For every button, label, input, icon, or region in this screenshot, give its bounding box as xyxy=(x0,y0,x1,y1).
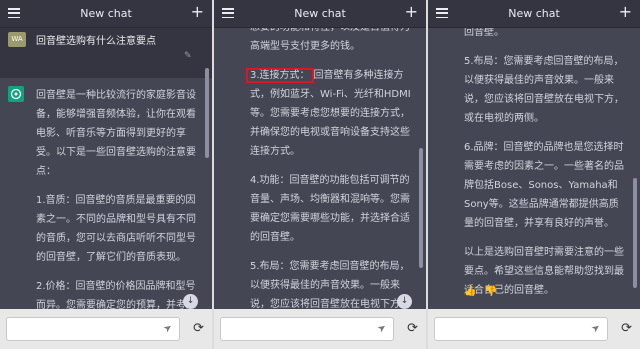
answer-paragraph: 回音壁。 xyxy=(464,28,504,38)
plus-icon[interactable]: + xyxy=(619,3,632,21)
scrollbar[interactable] xyxy=(205,68,209,158)
answer-paragraph: 5.布局：您需要考虑回音壁的布局，以便获得最佳的声音效果。一般来说，您应该将回音… xyxy=(250,261,410,309)
chat-panel-1: New chat + WA 回音壁选购有什么注意要点 ✎ 回音壁是一种比较流行的… xyxy=(0,0,212,349)
answer-paragraph: 5.布局：您需要考虑回音壁的布局，以便获得最佳的声音效果。一般来说，您应该将回音… xyxy=(464,56,624,124)
refresh-icon[interactable]: ⟳ xyxy=(407,321,418,336)
answer-paragraph: 回音壁是一种比较流行的家庭影音设备，能够增强音频体验，让你在观看电影、听音乐等方… xyxy=(36,90,196,177)
thumb-up-icon[interactable]: 👍 xyxy=(464,286,484,297)
answer-paragraph: 3.连接方式： 回音壁有多种连接方式，例如蓝牙、Wi-Fi、光纤和HDMI等。您需… xyxy=(246,66,414,161)
chat-panel-3: New chat + 回音壁。 5.布局：您需要考虑回音壁的布局，以便获得最佳的… xyxy=(428,0,640,349)
message-input[interactable]: ➤ xyxy=(220,317,394,341)
top-bar: New chat + xyxy=(214,0,426,28)
chat-content: 想要的功能和特性，以及是否值得为高端型号支付更多的钱。 3.连接方式：回音壁有多… xyxy=(214,28,426,309)
plus-icon[interactable]: + xyxy=(405,3,418,21)
input-bar: ➤ ⟳ xyxy=(0,309,212,349)
screenshot-collage: New chat + WA 回音壁选购有什么注意要点 ✎ 回音壁是一种比较流行的… xyxy=(0,0,640,349)
message-input[interactable]: ➤ xyxy=(434,317,608,341)
top-bar: New chat + xyxy=(0,0,212,28)
answer-paragraph: 2.价格：回音壁的价格因品牌和型号而异。您需要确定您的预算，并考虑您想要的功能和… xyxy=(36,281,196,309)
send-icon[interactable]: ➤ xyxy=(589,322,602,336)
arrow-down-icon[interactable]: ↓ xyxy=(397,294,412,309)
scrollbar[interactable] xyxy=(633,178,637,288)
answer-paragraph: 4.功能：回音壁的功能包括可调节的音量、声场、均衡器和混响等。您需要确定您需要哪… xyxy=(250,175,410,243)
chat-title: New chat xyxy=(294,7,346,20)
edit-icon[interactable]: ✎ xyxy=(184,51,194,61)
chat-title: New chat xyxy=(80,7,132,20)
answer-paragraph: 6.品牌：回音壁的品牌也是您选择时需要考虑的因素之一。一些著名的品牌包括Bose… xyxy=(464,142,624,229)
assistant-message: 想要的功能和特性，以及是否值得为高端型号支付更多的钱。 3.连接方式：回音壁有多… xyxy=(246,28,414,309)
user-message: WA 回音壁选购有什么注意要点 ✎ xyxy=(0,28,212,78)
thumb-down-icon[interactable]: 👎 xyxy=(484,286,504,297)
arrow-down-icon[interactable]: ↓ xyxy=(183,294,198,309)
input-bar: ➤ ⟳ xyxy=(214,309,426,349)
chat-content: 回音壁。 5.布局：您需要考虑回音壁的布局，以便获得最佳的声音效果。一般来说，您… xyxy=(428,28,640,309)
chat-content: WA 回音壁选购有什么注意要点 ✎ 回音壁是一种比较流行的家庭影音设备，能够增强… xyxy=(0,28,212,309)
assistant-message: 回音壁是一种比较流行的家庭影音设备，能够增强音频体验，让你在观看电影、听音乐等方… xyxy=(36,86,200,309)
input-bar: ➤ ⟳ xyxy=(428,309,640,349)
user-avatar: WA xyxy=(8,32,26,47)
answer-paragraph: 想要的功能和特性，以及是否值得为高端型号支付更多的钱。 xyxy=(250,28,410,52)
refresh-icon[interactable]: ⟳ xyxy=(621,321,632,336)
top-bar: New chat + xyxy=(428,0,640,28)
assistant-message: 回音壁。 5.布局：您需要考虑回音壁的布局，以便获得最佳的声音效果。一般来说，您… xyxy=(464,28,628,309)
plus-icon[interactable]: + xyxy=(191,3,204,21)
chat-title: New chat xyxy=(508,7,560,20)
user-message-text: 回音壁选购有什么注意要点 xyxy=(36,36,156,47)
send-icon[interactable]: ➤ xyxy=(375,322,388,336)
scrollbar[interactable] xyxy=(419,148,423,268)
message-input[interactable]: ➤ xyxy=(6,317,180,341)
chat-panel-2: New chat + 想要的功能和特性，以及是否值得为高端型号支付更多的钱。 3… xyxy=(214,0,426,349)
highlight-box: 3.连接方式： xyxy=(246,68,314,83)
refresh-icon[interactable]: ⟳ xyxy=(193,321,204,336)
send-icon[interactable]: ➤ xyxy=(161,322,174,336)
answer-text: 回音壁有多种连接方式，例如蓝牙、Wi-Fi、光纤和HDMI等。您需要考虑您想要的… xyxy=(250,70,411,157)
answer-paragraph: 1.音质：回音壁的音质是最重要的因素之一。不同的品牌和型号具有不同的音质，您可以… xyxy=(36,195,196,263)
feedback-buttons: 👍👎 xyxy=(464,286,505,297)
assistant-avatar-icon xyxy=(8,86,24,102)
